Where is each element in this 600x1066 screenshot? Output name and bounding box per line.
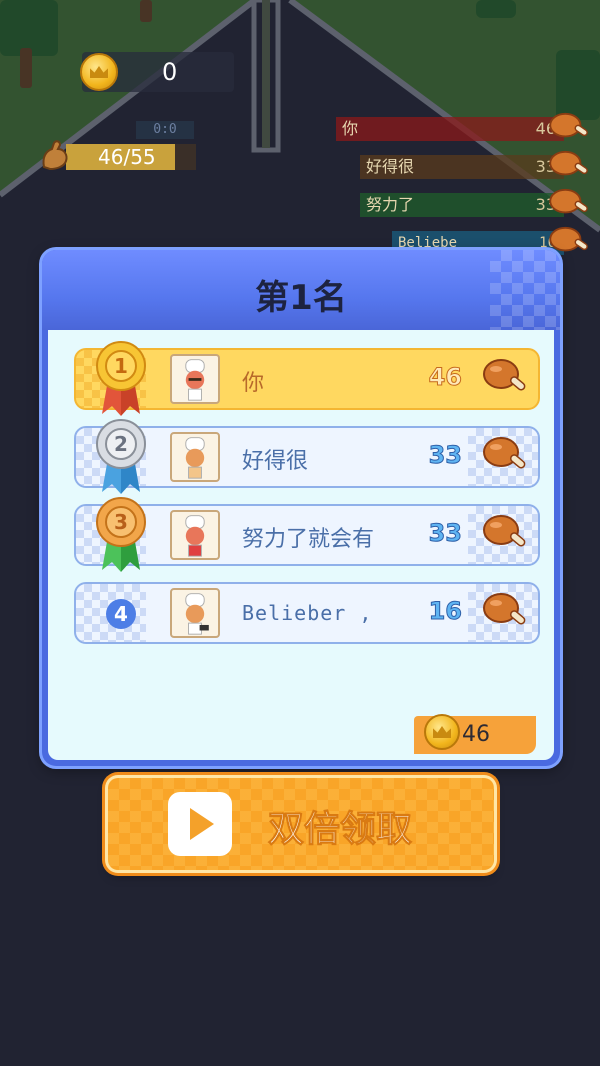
chef-avatar (170, 354, 220, 404)
chef-avatar (170, 432, 220, 482)
player-name: 努力了就会有 (242, 527, 375, 552)
drumstick-icon (549, 150, 588, 176)
play-icon (168, 792, 232, 856)
rank-number: 4 (106, 599, 136, 629)
player-score: 16 (428, 597, 462, 626)
svg-text:1: 1 (114, 354, 128, 378)
drumstick-icon (483, 593, 526, 625)
timer-display: 0:0 (136, 121, 194, 139)
player-score: 33 (428, 441, 462, 470)
mini-leaderboard-row: 好得很 33 (360, 155, 564, 179)
mini-leaderboard-row: 你 46 (336, 117, 564, 141)
drumstick-icon (549, 188, 588, 214)
player-name: 好得很 (242, 449, 309, 474)
drumstick-icon (483, 359, 526, 391)
coin-icon (80, 53, 118, 91)
drumstick-icon (483, 515, 526, 547)
double-reward-label: 双倍领取 (267, 809, 413, 851)
strength-bar: 46/55 (42, 140, 196, 171)
svg-text:2: 2 (114, 432, 128, 456)
flexed-arm-icon (42, 140, 68, 171)
coin-counter: 0 (80, 52, 234, 92)
ranking-row: 1 你 46 (74, 341, 540, 416)
coin-count: 0 (162, 58, 178, 86)
player-name: 你 (242, 371, 265, 396)
strength-value: 46/55 (98, 145, 156, 169)
ranking-row: 3 努力了就会有 33 (74, 497, 540, 572)
ranking-result-panel: 第1名 1 你 46 2 好得很 33 3 努力了就会有 33 4 Belieb… (42, 250, 560, 766)
bronze-medal-icon: 3 (96, 497, 146, 572)
coin-reward: 46 (414, 714, 536, 754)
panel-header: 第1名 (42, 250, 560, 330)
chef-avatar (170, 510, 220, 560)
mini-leaderboard-row: 努力了 33 (360, 193, 564, 217)
svg-text:3: 3 (114, 510, 128, 534)
ranking-row: 4 Belieber , 16 (74, 582, 540, 644)
coin-icon (424, 714, 460, 750)
reward-amount: 46 (462, 722, 490, 747)
player-score: 33 (428, 519, 462, 548)
drumstick-icon (483, 437, 526, 469)
silver-medal-icon: 2 (96, 419, 146, 494)
player-name: Belieber , (242, 601, 373, 625)
chef-avatar (170, 588, 220, 638)
gold-medal-icon: 1 (96, 341, 146, 416)
player-score: 46 (428, 363, 462, 392)
ranking-row: 2 好得很 33 (74, 419, 540, 494)
rank-title: 第1名 (255, 278, 347, 318)
panel-body: 1 你 46 2 好得很 33 3 努力了就会有 33 4 Belieber ,… (48, 330, 554, 760)
drumstick-icon (549, 112, 588, 138)
double-reward-button[interactable]: 双倍领取 (108, 778, 494, 870)
